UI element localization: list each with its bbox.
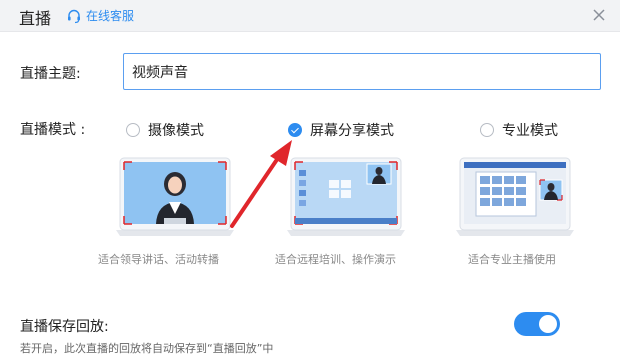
topic-input[interactable]	[123, 53, 601, 90]
dialog-header: 直播 在线客服	[0, 0, 620, 32]
caption-screen-share: 适合远程培训、操作演示	[275, 253, 396, 266]
radio-circle[interactable]	[480, 123, 494, 137]
mode-label-camera[interactable]: 摄像模式	[148, 120, 204, 140]
mode-radio-screen-share[interactable]: 屏幕分享模式	[288, 120, 394, 140]
screen-share-mode-illustration	[287, 157, 405, 236]
professional-mode-illustration	[456, 157, 574, 236]
mode-radio-professional[interactable]: 专业模式	[480, 120, 558, 140]
save-replay-label: 直播保存回放:	[20, 319, 109, 335]
dialog-title: 直播	[19, 9, 52, 28]
radio-checked-icon[interactable]	[288, 123, 302, 137]
camera-mode-illustration	[116, 157, 234, 236]
radio-circle[interactable]	[126, 123, 140, 137]
caption-camera: 适合领导讲话、活动转播	[98, 253, 219, 266]
mode-label-screen-share[interactable]: 屏幕分享模式	[310, 120, 394, 140]
headset-icon	[68, 9, 80, 23]
mode-label: 直播模式 :	[20, 122, 86, 138]
mode-label-professional[interactable]: 专业模式	[502, 120, 558, 140]
caption-professional: 适合专业主播使用	[468, 253, 556, 266]
close-icon[interactable]	[590, 6, 608, 24]
toggle-knob[interactable]	[539, 315, 557, 333]
topic-label: 直播主题:	[20, 66, 81, 82]
mode-radio-camera[interactable]: 摄像模式	[126, 120, 204, 140]
online-service-label[interactable]: 在线客服	[86, 7, 134, 24]
save-replay-description: 若开启，此次直播的回放将自动保存到“直播回放”中	[20, 342, 274, 355]
save-replay-toggle[interactable]	[514, 312, 560, 336]
online-service-link[interactable]: 在线客服	[66, 7, 134, 24]
